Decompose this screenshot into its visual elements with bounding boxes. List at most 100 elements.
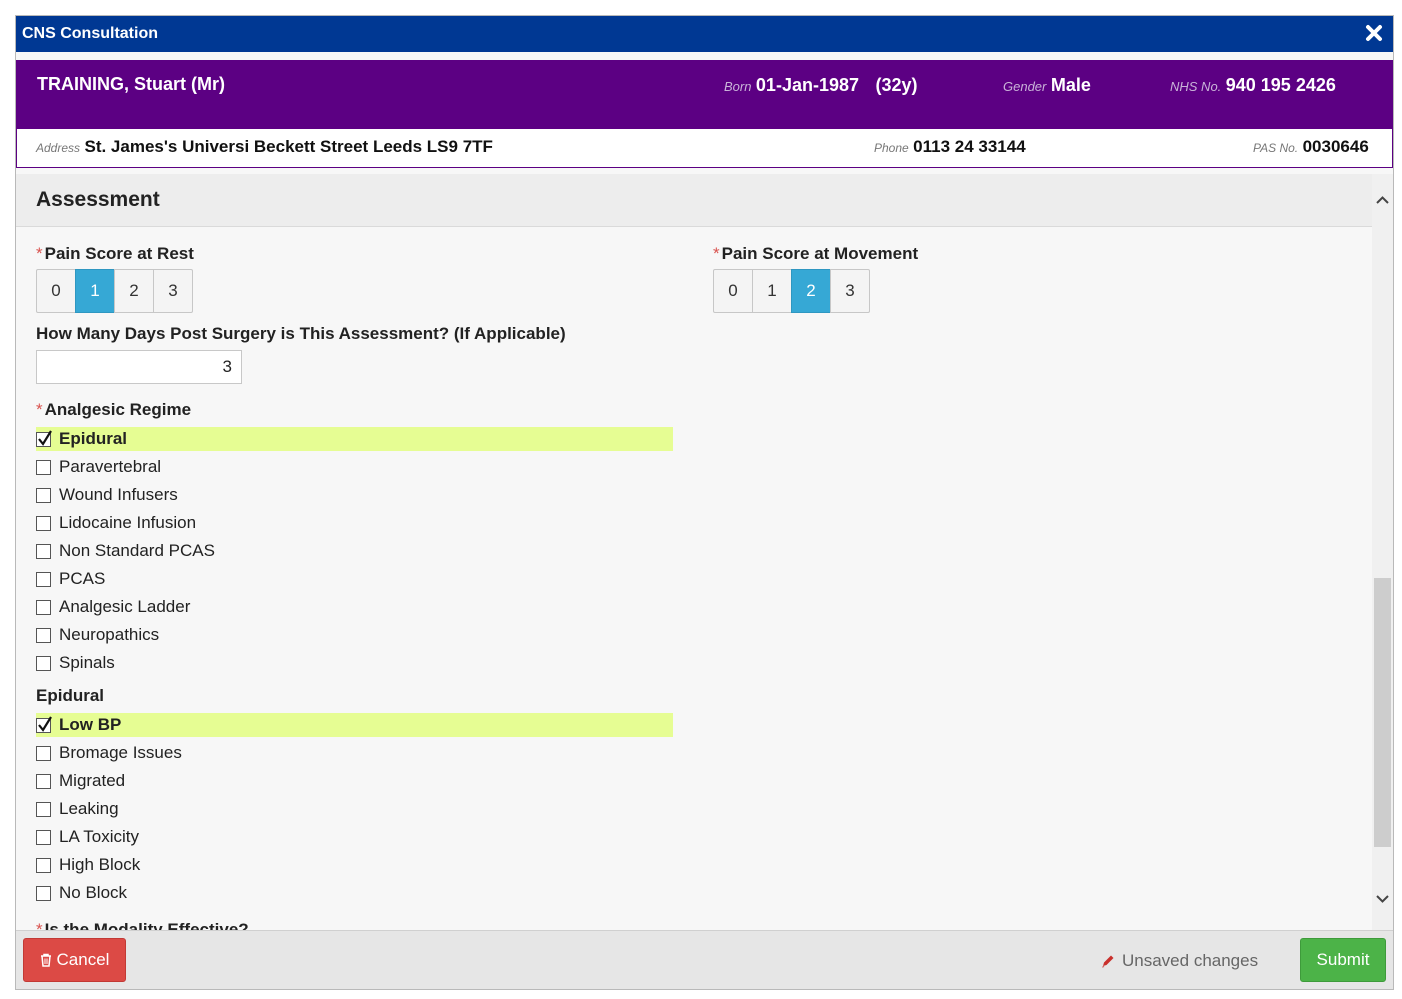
patient-born: Born 01-Jan-1987 (32y)	[724, 75, 917, 96]
scroll-down-icon[interactable]	[1374, 890, 1391, 907]
analgesic-option-row[interactable]: Neuropathics	[36, 623, 673, 647]
section-header[interactable]: Assessment	[16, 174, 1372, 227]
checkbox-label: Wound Infusers	[59, 485, 178, 504]
pain-movement-selector-option[interactable]: 3	[830, 269, 870, 313]
nhs-label: NHS No.	[1170, 79, 1222, 94]
checkbox-checked[interactable]	[36, 715, 52, 733]
unsaved-changes-indicator: Unsaved changes	[1100, 951, 1258, 971]
required-marker: *	[36, 920, 43, 930]
analgesic-option-row[interactable]: Lidocaine Infusion	[36, 511, 673, 535]
cancel-button[interactable]: Cancel	[23, 938, 126, 982]
checkbox-label: Non Standard PCAS	[59, 541, 215, 560]
checkbox[interactable]	[36, 801, 51, 817]
checkbox-label: Lidocaine Infusion	[59, 513, 197, 532]
checkbox[interactable]	[36, 745, 51, 761]
nhs-value: 940 195 2426	[1225, 75, 1336, 95]
checkbox[interactable]	[36, 773, 51, 789]
address-value: St. James's Universi Beckett Street Leed…	[84, 137, 493, 156]
patient-nhs-number: NHS No. 940 195 2426	[1170, 75, 1336, 96]
dialog-title-bar: CNS Consultation	[16, 16, 1393, 52]
cancel-button-label: Cancel	[56, 950, 110, 969]
submit-button[interactable]: Submit	[1300, 938, 1386, 982]
unsaved-changes-label: Unsaved changes	[1122, 951, 1259, 970]
phone-label: Phone	[874, 141, 909, 155]
analgesic-option-row[interactable]: Wound Infusers	[36, 483, 673, 507]
patient-address: Address St. James's Universi Beckett Str…	[36, 137, 493, 157]
analgesic-option-row[interactable]: PCAS	[36, 567, 673, 591]
epidural-option-row[interactable]: Low BP	[36, 713, 673, 737]
checkbox-label: LA Toxicity	[59, 827, 140, 846]
modality-effective-label: * Is the Modality Effective?	[36, 920, 249, 930]
analgesic-option-row[interactable]: Analgesic Ladder	[36, 595, 673, 619]
address-label: Address	[36, 141, 81, 155]
checkbox[interactable]	[36, 515, 51, 531]
pas-value: 0030646	[1302, 137, 1369, 156]
analgesic-option-row[interactable]: Epidural	[36, 427, 673, 451]
checkbox-label: Bromage Issues	[59, 743, 182, 762]
checkbox-label: Spinals	[59, 653, 115, 672]
analgesic-option-row[interactable]: Spinals	[36, 651, 673, 675]
gender-value: Male	[1050, 75, 1091, 95]
vertical-scrollbar[interactable]	[1372, 174, 1393, 930]
epidural-label: Epidural	[36, 686, 105, 705]
required-marker: *	[36, 400, 43, 419]
checkbox[interactable]	[36, 829, 51, 845]
patient-age: (32y)	[875, 75, 918, 95]
patient-phone: Phone 0113 24 33144	[874, 137, 1026, 157]
pain-movement-selector-option[interactable]: 1	[752, 269, 792, 313]
checkbox-label: No Block	[59, 883, 128, 902]
pencil-icon	[1102, 955, 1114, 968]
checkbox-label: Epidural	[59, 429, 128, 448]
checkbox[interactable]	[36, 885, 51, 901]
epidural-option-row[interactable]: High Block	[36, 853, 673, 877]
checkbox-label: High Block	[59, 855, 141, 874]
dialog-title: CNS Consultation	[22, 25, 158, 42]
checkbox-label: Analgesic Ladder	[59, 597, 191, 616]
pain-movement-selector: 0123	[713, 269, 870, 313]
required-marker: *	[36, 244, 43, 263]
checkbox[interactable]	[36, 655, 51, 671]
pain-rest-selector-option[interactable]: 1	[75, 269, 115, 313]
dialog-footer: Cancel Unsaved changes Submit	[16, 930, 1393, 989]
scroll-up-icon[interactable]	[1374, 192, 1391, 209]
pain-rest-selector-option[interactable]: 3	[153, 269, 193, 313]
phone-value: 0113 24 33144	[913, 137, 1026, 156]
epidural-option-row[interactable]: Migrated	[36, 769, 673, 793]
epidural-option-row[interactable]: Bromage Issues	[36, 741, 673, 765]
checkbox-checked[interactable]	[36, 429, 52, 447]
trash-icon	[40, 953, 51, 967]
patient-name: TRAINING, Stuart (Mr)	[37, 74, 225, 94]
scrollbar-thumb[interactable]	[1374, 578, 1391, 847]
checkbox-label: Migrated	[59, 771, 126, 790]
epidural-option-row[interactable]: No Block	[36, 881, 673, 905]
modality-effective-label-text: Is the Modality Effective?	[44, 920, 249, 930]
analgesic-option-row[interactable]: Paravertebral	[36, 455, 673, 479]
required-marker: *	[713, 244, 720, 263]
checkbox[interactable]	[36, 599, 51, 615]
form-content[interactable]: Assessment * Pain Score at Rest 0123 * Pai…	[16, 174, 1372, 930]
checkbox[interactable]	[36, 857, 51, 873]
pain-movement-selector-option[interactable]: 2	[791, 269, 831, 313]
close-icon[interactable]	[1361, 20, 1387, 46]
pain-rest-label: * Pain Score at Rest	[36, 244, 194, 264]
days-post-surgery-input[interactable]	[36, 350, 242, 384]
analgesic-regime-label-text: Analgesic Regime	[44, 400, 192, 419]
analgesic-option-row[interactable]: Non Standard PCAS	[36, 539, 673, 563]
checkbox-label: PCAS	[59, 569, 106, 588]
pas-label: PAS No.	[1253, 141, 1299, 155]
checkbox[interactable]	[36, 571, 51, 587]
pain-rest-selector-option[interactable]: 0	[36, 269, 76, 313]
pain-rest-selector: 0123	[36, 269, 193, 313]
checkbox[interactable]	[36, 627, 51, 643]
analgesic-regime-label: * Analgesic Regime	[36, 400, 191, 420]
checkbox[interactable]	[36, 543, 51, 559]
epidural-option-row[interactable]: LA Toxicity	[36, 825, 673, 849]
submit-button-label: Submit	[1316, 950, 1370, 969]
pain-movement-label: * Pain Score at Movement	[713, 244, 918, 264]
checkbox[interactable]	[36, 487, 51, 503]
epidural-option-row[interactable]: Leaking	[36, 797, 673, 821]
pain-rest-selector-option[interactable]: 2	[114, 269, 154, 313]
checkbox[interactable]	[36, 459, 51, 475]
section-title: Assessment	[36, 188, 160, 211]
pain-movement-selector-option[interactable]: 0	[713, 269, 753, 313]
